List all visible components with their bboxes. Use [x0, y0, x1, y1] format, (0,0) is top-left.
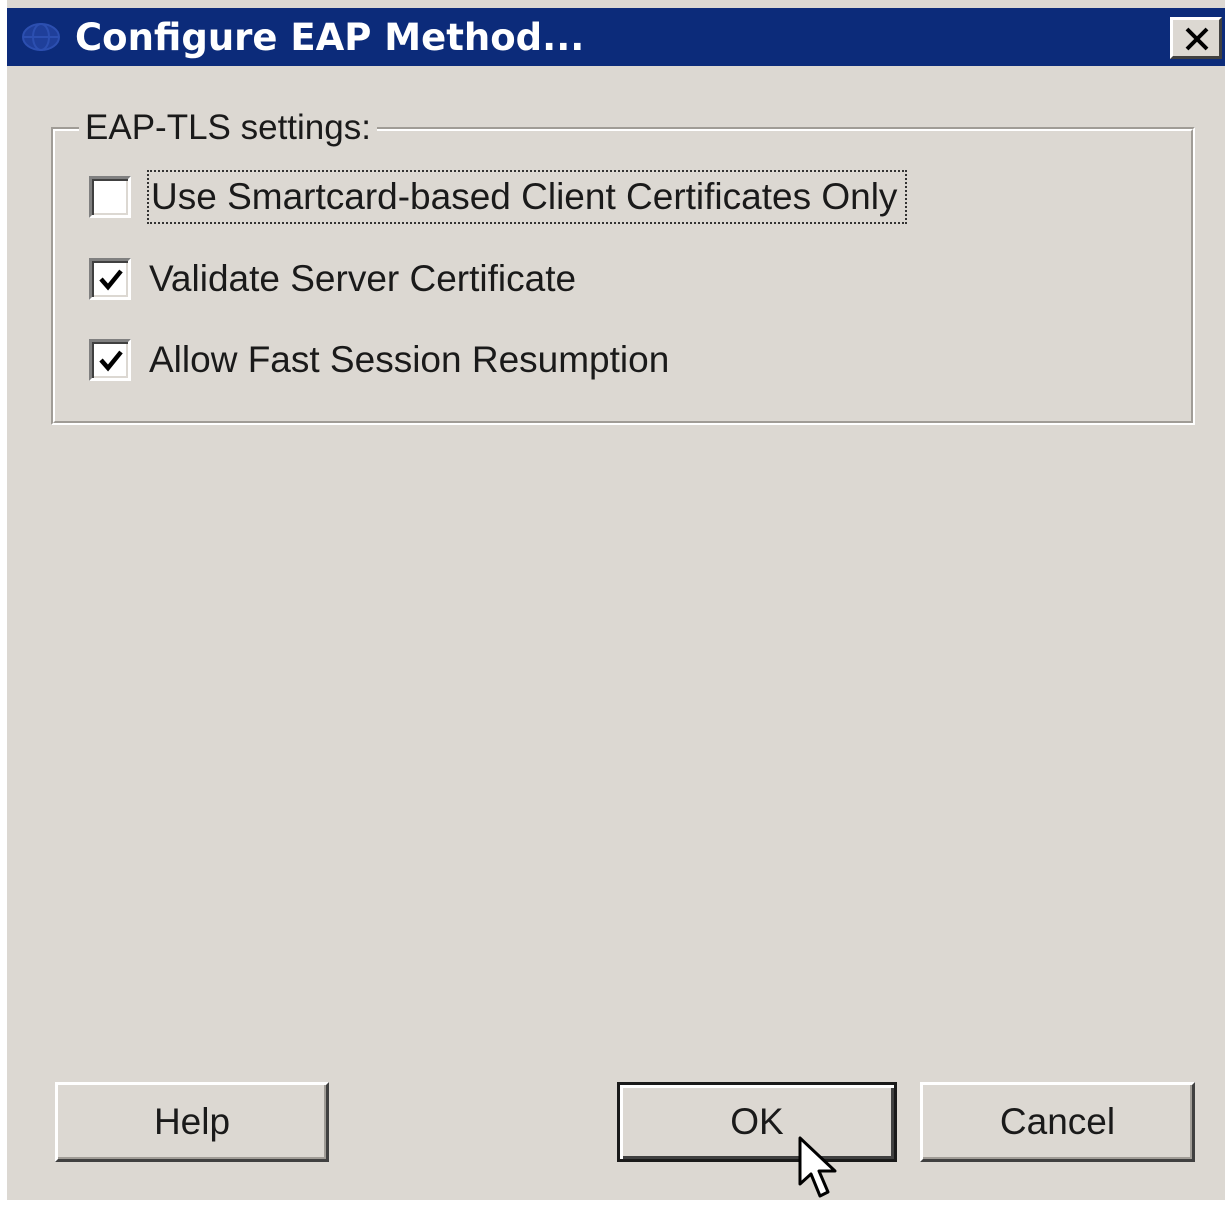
network-icon	[21, 22, 61, 52]
smartcard-only-label[interactable]: Use Smartcard-based Client Certificates …	[146, 170, 908, 224]
smartcard-only-checkbox[interactable]	[89, 176, 131, 218]
help-button[interactable]: Help	[55, 1082, 329, 1162]
checkmark-icon	[99, 269, 123, 291]
mouse-pointer-icon	[797, 1136, 843, 1200]
window-title: Configure EAP Method...	[75, 16, 585, 59]
close-button[interactable]	[1170, 17, 1222, 59]
ok-button[interactable]: OK	[617, 1082, 897, 1162]
group-label: EAP-TLS settings:	[79, 106, 377, 150]
allow-fast-session-resumption-checkbox[interactable]	[89, 339, 131, 381]
cancel-button[interactable]: Cancel	[920, 1082, 1195, 1162]
validate-server-certificate-checkbox[interactable]	[89, 258, 131, 300]
allow-fast-session-resumption-label[interactable]: Allow Fast Session Resumption	[149, 337, 669, 383]
close-icon	[1185, 27, 1209, 51]
title-bar[interactable]: Configure EAP Method...	[7, 8, 1225, 66]
validate-server-certificate-label[interactable]: Validate Server Certificate	[149, 256, 576, 302]
checkmark-icon	[99, 350, 123, 372]
configure-eap-dialog: Configure EAP Method... EAP-TLS settings…	[0, 0, 1227, 1200]
